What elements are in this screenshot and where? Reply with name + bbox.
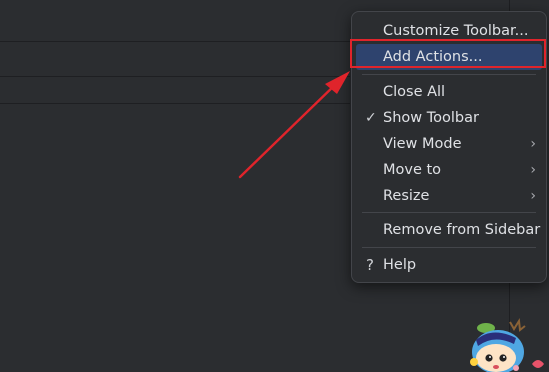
checkmark-icon: ✓ (365, 110, 377, 126)
menu-item-help[interactable]: ? Help (356, 252, 542, 278)
context-menu: Customize Toolbar... Add Actions... Clos… (351, 11, 547, 283)
menu-item-view-mode[interactable]: View Mode › (356, 131, 542, 157)
menu-separator (362, 74, 536, 75)
menu-item-show-toolbar[interactable]: ✓ Show Toolbar (356, 105, 542, 131)
menu-item-resize[interactable]: Resize › (356, 183, 542, 209)
question-icon: ? (366, 256, 374, 274)
menu-item-label: Show Toolbar (383, 110, 479, 126)
menu-separator (362, 212, 536, 213)
menu-item-customize-toolbar[interactable]: Customize Toolbar... (356, 18, 542, 44)
menu-item-label: Close All (383, 84, 446, 100)
menu-item-label: View Mode (383, 136, 462, 152)
chevron-right-icon: › (530, 188, 536, 204)
menu-item-label: Add Actions... (383, 49, 483, 65)
chevron-right-icon: › (530, 136, 536, 152)
menu-item-label: Move to (383, 162, 442, 178)
menu-item-remove-from-sidebar[interactable]: Remove from Sidebar (356, 217, 542, 243)
menu-item-label: Remove from Sidebar (383, 222, 541, 238)
menu-item-label: Customize Toolbar... (383, 23, 529, 39)
menu-separator (362, 247, 536, 248)
divider-line (0, 41, 350, 42)
menu-item-add-actions[interactable]: Add Actions... (356, 44, 542, 70)
mascot-sticker (470, 318, 544, 372)
menu-item-label: Resize (383, 188, 430, 204)
divider-line (0, 76, 350, 77)
menu-item-label: Help (383, 257, 417, 273)
menu-item-move-to[interactable]: Move to › (356, 157, 542, 183)
chevron-right-icon: › (530, 162, 536, 178)
menu-item-close-all[interactable]: Close All (356, 79, 542, 105)
divider-line (0, 103, 350, 104)
